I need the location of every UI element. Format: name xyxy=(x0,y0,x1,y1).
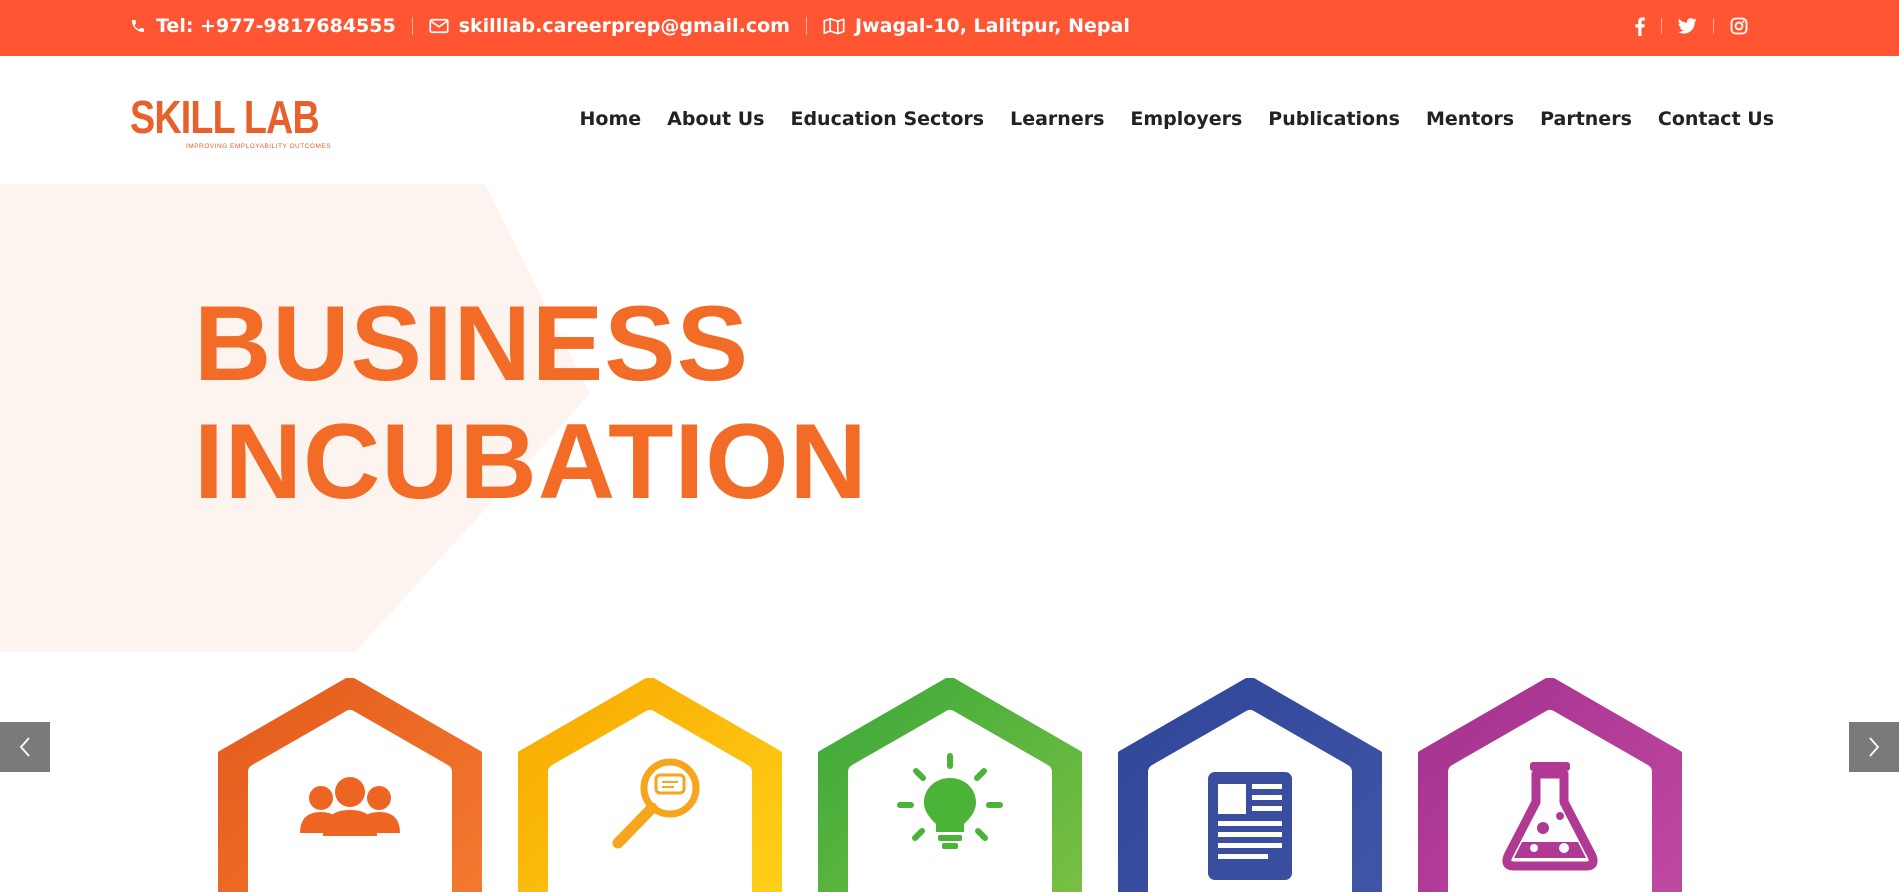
nav-education-sectors[interactable]: Education Sectors xyxy=(790,108,984,130)
map-icon xyxy=(823,17,845,35)
document-icon xyxy=(1208,772,1292,880)
slider-next-button[interactable] xyxy=(1849,722,1899,772)
email-item[interactable]: skilllab.careerprep@gmail.com xyxy=(429,15,790,37)
slider-prev-button[interactable] xyxy=(0,722,50,772)
chevron-right-icon xyxy=(1869,737,1880,757)
hero-title-line2: INCUBATION xyxy=(194,401,868,521)
phone-text: Tel: +977-9817684555 xyxy=(156,15,396,37)
address-item: Jwagal-10, Lalitpur, Nepal xyxy=(823,15,1130,37)
divider xyxy=(806,17,807,35)
nav-learners[interactable]: Learners xyxy=(1010,108,1104,130)
nav-about-us[interactable]: About Us xyxy=(667,108,764,130)
hero-title-line1: BUSINESS xyxy=(194,283,750,403)
phone-item[interactable]: Tel: +977-9817684555 xyxy=(130,15,396,37)
nav-partners[interactable]: Partners xyxy=(1540,108,1632,130)
top-bar: Tel: +977-9817684555 skilllab.careerprep… xyxy=(0,0,1899,56)
email-text: skilllab.careerprep@gmail.com xyxy=(458,15,790,37)
hexagon-publication xyxy=(1118,678,1382,892)
nav-mentors[interactable]: Mentors xyxy=(1426,108,1514,130)
facebook-icon[interactable] xyxy=(1619,16,1661,36)
phone-icon xyxy=(132,20,144,32)
hexagon-search xyxy=(518,678,782,892)
divider xyxy=(411,17,413,35)
contact-info: Tel: +977-9817684555 skilllab.careerprep… xyxy=(130,0,1130,52)
site-header: SKILL LAB IMPROVING EMPLOYABILITY OUTCOM… xyxy=(0,56,1899,184)
hexagon-people xyxy=(218,678,482,892)
nav-employers[interactable]: Employers xyxy=(1130,108,1242,130)
nav-contact-us[interactable]: Contact Us xyxy=(1658,108,1774,130)
hero-title: BUSINESS INCUBATION xyxy=(194,284,868,520)
instagram-icon[interactable] xyxy=(1714,17,1764,35)
logo-text: SKILL LAB xyxy=(130,91,320,143)
main-nav: Home About Us Education Sectors Learners… xyxy=(554,108,1775,130)
nav-home[interactable]: Home xyxy=(580,108,642,130)
hero-slider: BUSINESS INCUBATION xyxy=(0,184,1899,892)
twitter-icon[interactable] xyxy=(1662,18,1713,34)
logo[interactable]: SKILL LAB IMPROVING EMPLOYABILITY OUTCOM… xyxy=(130,91,332,154)
nav-publications[interactable]: Publications xyxy=(1268,108,1400,130)
address-text: Jwagal-10, Lalitpur, Nepal xyxy=(855,15,1130,37)
envelope-icon xyxy=(429,18,449,34)
chevron-left-icon xyxy=(19,737,30,757)
hexagon-idea xyxy=(818,678,1082,892)
hexagon-lab xyxy=(1418,678,1682,892)
hexagon-icons-row xyxy=(218,678,1682,892)
logo-tagline: IMPROVING EMPLOYABILITY OUTCOMES xyxy=(186,143,332,150)
social-links xyxy=(1619,0,1764,52)
